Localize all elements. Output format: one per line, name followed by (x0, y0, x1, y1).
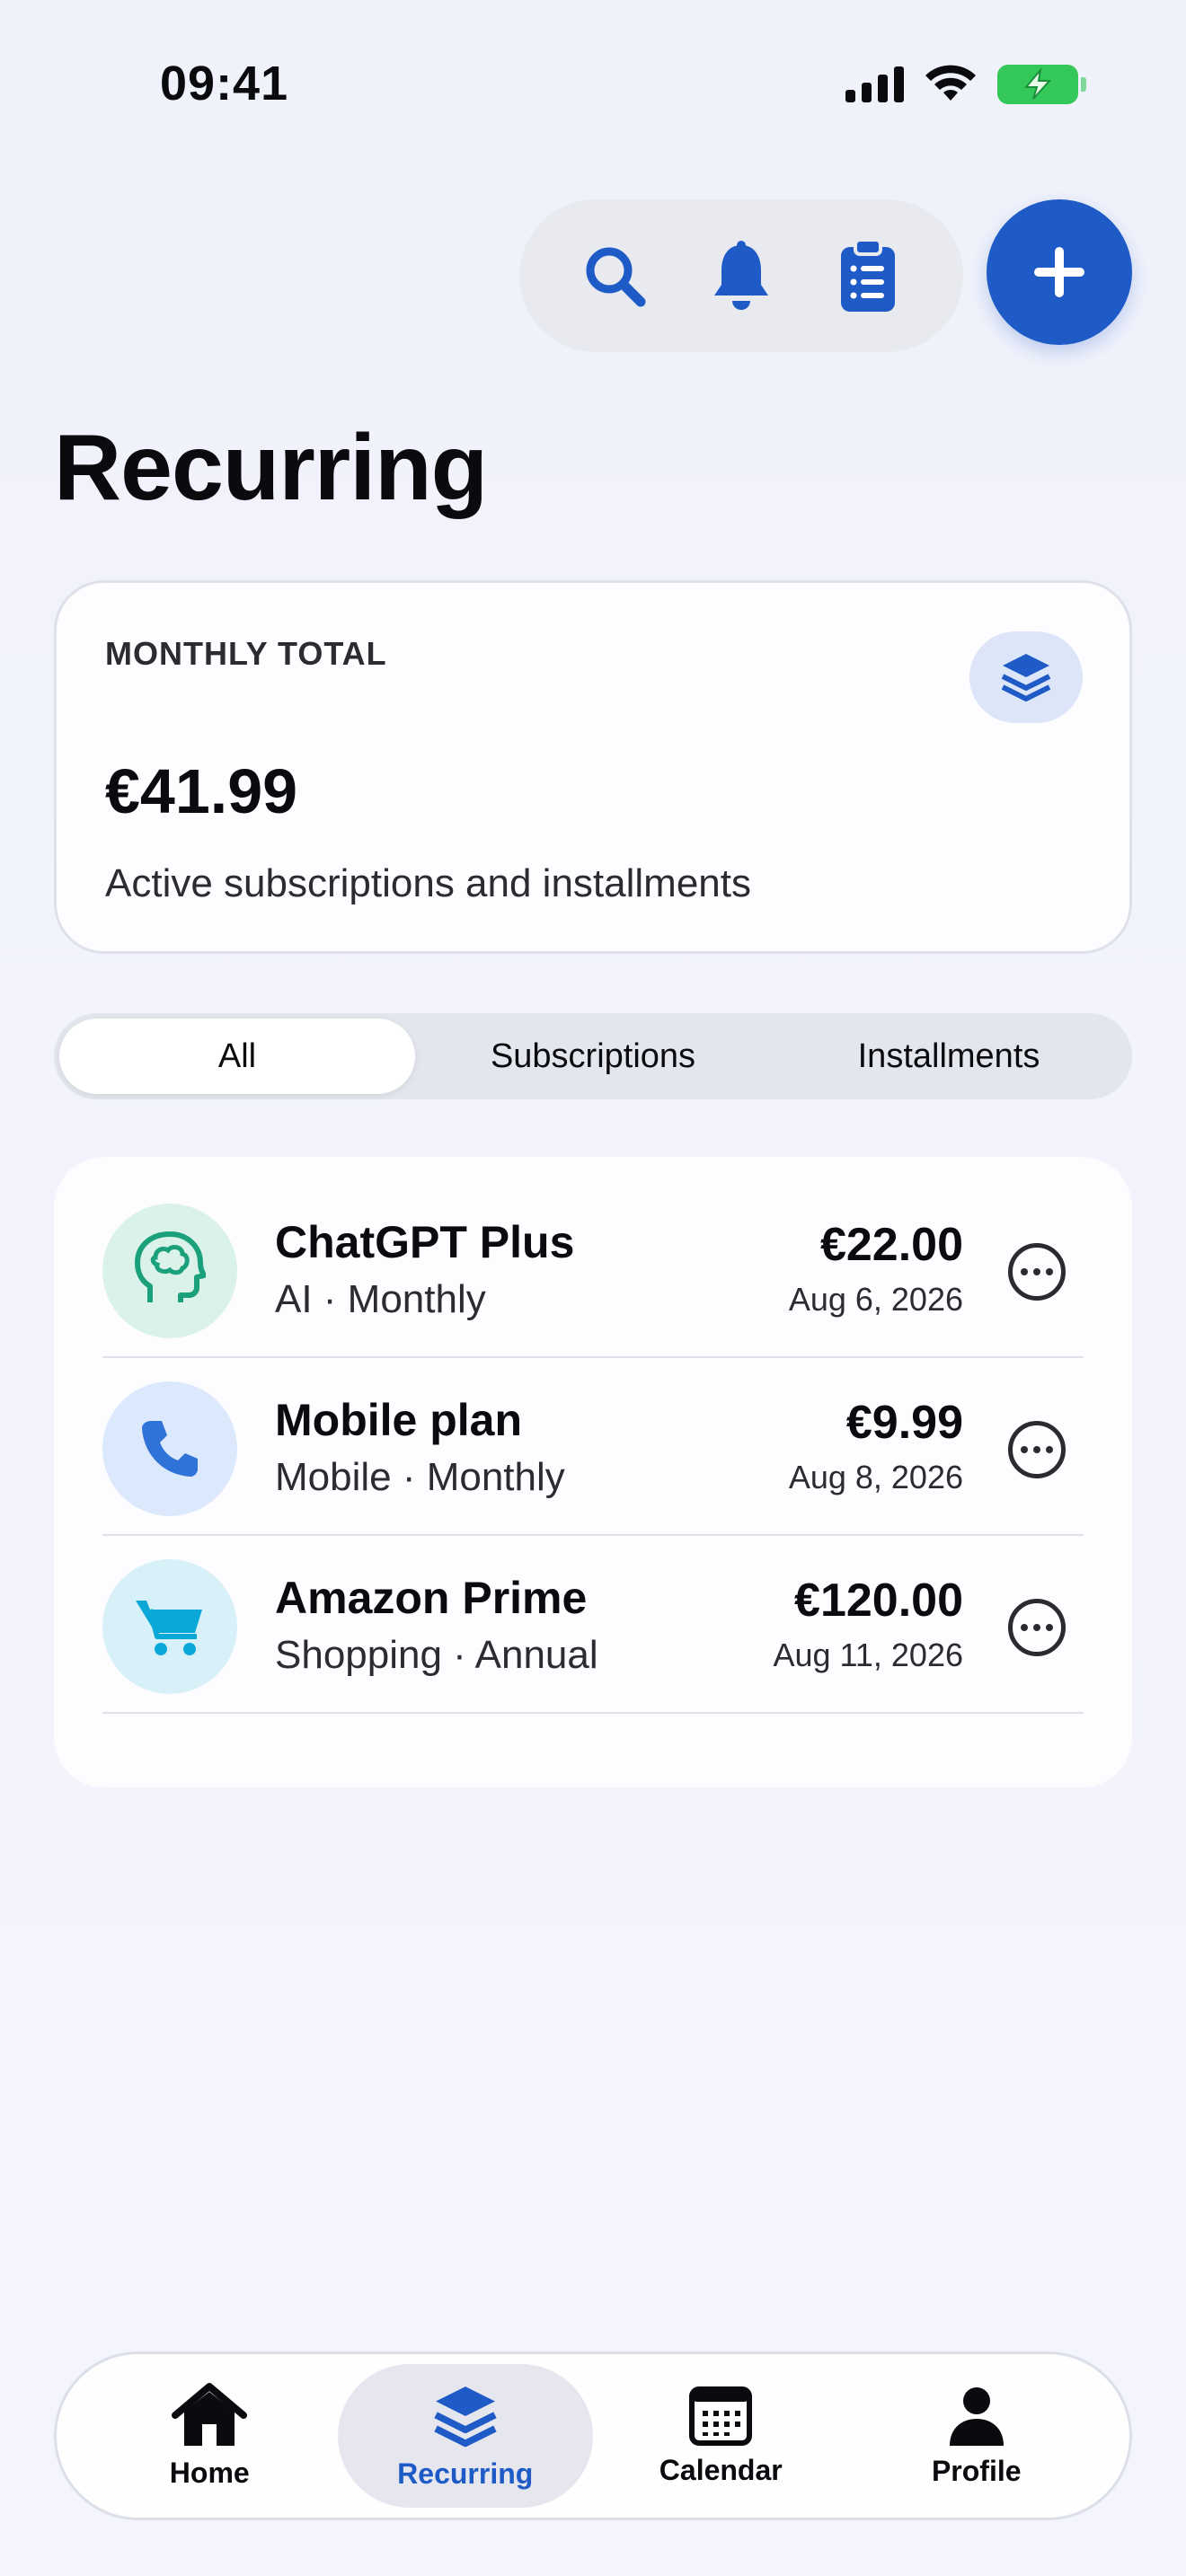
item-meta: Mobile · Monthly (275, 1455, 565, 1499)
more-options-button[interactable] (1008, 1421, 1066, 1478)
tab-calendar[interactable]: Calendar (593, 2364, 849, 2508)
bell-icon (713, 241, 768, 310)
stack-layers-icon (1001, 654, 1051, 701)
monthly-total-subtitle: Active subscriptions and installments (105, 861, 751, 905)
filter-segmented-control: All Subscriptions Installments (54, 1013, 1132, 1099)
tab-calendar-label: Calendar (659, 2453, 783, 2486)
item-meta: AI · Monthly (275, 1277, 486, 1321)
wifi-icon (925, 65, 976, 101)
bottom-tab-bar: Home Recurring Calendar Profile (54, 2351, 1132, 2520)
tab-profile[interactable]: Profile (849, 2364, 1105, 2508)
phone-icon (142, 1421, 198, 1477)
list-item-chatgpt-plus[interactable]: ChatGPT Plus AI · Monthly €22.00 Aug 6, … (102, 1180, 1084, 1358)
item-name: Amazon Prime (275, 1573, 588, 1623)
list-item-amazon-prime[interactable]: Amazon Prime Shopping · Annual €120.00 A… (102, 1536, 1084, 1714)
more-options-button[interactable] (1008, 1243, 1066, 1301)
person-icon (949, 2386, 1004, 2446)
page-title: Recurring (54, 416, 488, 520)
item-avatar (102, 1204, 237, 1338)
status-time: 09:41 (160, 57, 289, 110)
tab-recurring[interactable]: Recurring (337, 2364, 593, 2508)
segment-subscriptions[interactable]: Subscriptions (415, 1019, 771, 1094)
plus-icon (1034, 247, 1084, 297)
notifications-button[interactable] (701, 235, 782, 316)
tab-profile-label: Profile (931, 2454, 1022, 2487)
segment-installments[interactable]: Installments (771, 1019, 1127, 1094)
summary-badge (969, 631, 1083, 723)
item-price: €120.00 (794, 1575, 963, 1627)
segment-all[interactable]: All (59, 1019, 415, 1094)
recurring-screen: 09:41 Recurring MONTHLY TOTAL €41.99 Act… (0, 0, 1186, 2576)
tab-recurring-label: Recurring (397, 2457, 534, 2490)
list-item-mobile-plan[interactable]: Mobile plan Mobile · Monthly €9.99 Aug 8… (102, 1358, 1084, 1536)
clipboard-button[interactable] (828, 235, 908, 316)
clipboard-list-icon (840, 238, 895, 312)
cart-icon (136, 1601, 202, 1655)
ellipsis-icon (1021, 1268, 1028, 1275)
search-icon (586, 247, 646, 307)
item-date: Aug 6, 2026 (788, 1281, 963, 1318)
ellipsis-icon (1021, 1624, 1028, 1631)
item-price: €22.00 (819, 1219, 963, 1271)
more-options-button[interactable] (1008, 1599, 1066, 1656)
home-icon (172, 2382, 248, 2446)
item-avatar (102, 1559, 237, 1694)
battery-icon (997, 65, 1086, 104)
item-name: Mobile plan (275, 1395, 522, 1445)
item-price: €9.99 (845, 1397, 963, 1449)
tab-home-label: Home (169, 2456, 250, 2489)
brain-icon (135, 1231, 206, 1302)
stack-layers-icon (434, 2386, 497, 2447)
top-actions-group (519, 199, 963, 352)
search-button[interactable] (574, 235, 655, 316)
item-date: Aug 8, 2026 (788, 1459, 963, 1495)
recurring-list: ChatGPT Plus AI · Monthly €22.00 Aug 6, … (54, 1157, 1132, 1787)
item-name: ChatGPT Plus (275, 1217, 575, 1267)
calendar-icon (689, 2386, 753, 2446)
status-icons (845, 65, 1086, 104)
cellular-signal-icon (845, 66, 904, 102)
item-avatar (102, 1381, 237, 1516)
tab-home[interactable]: Home (82, 2364, 338, 2508)
ellipsis-icon (1021, 1446, 1028, 1453)
monthly-total-amount: €41.99 (105, 756, 298, 826)
item-date: Aug 11, 2026 (773, 1636, 963, 1673)
monthly-total-label: MONTHLY TOTAL (105, 635, 387, 672)
item-meta: Shopping · Annual (275, 1633, 598, 1677)
monthly-total-card: MONTHLY TOTAL €41.99 Active subscription… (54, 580, 1132, 954)
add-button[interactable] (987, 199, 1132, 345)
